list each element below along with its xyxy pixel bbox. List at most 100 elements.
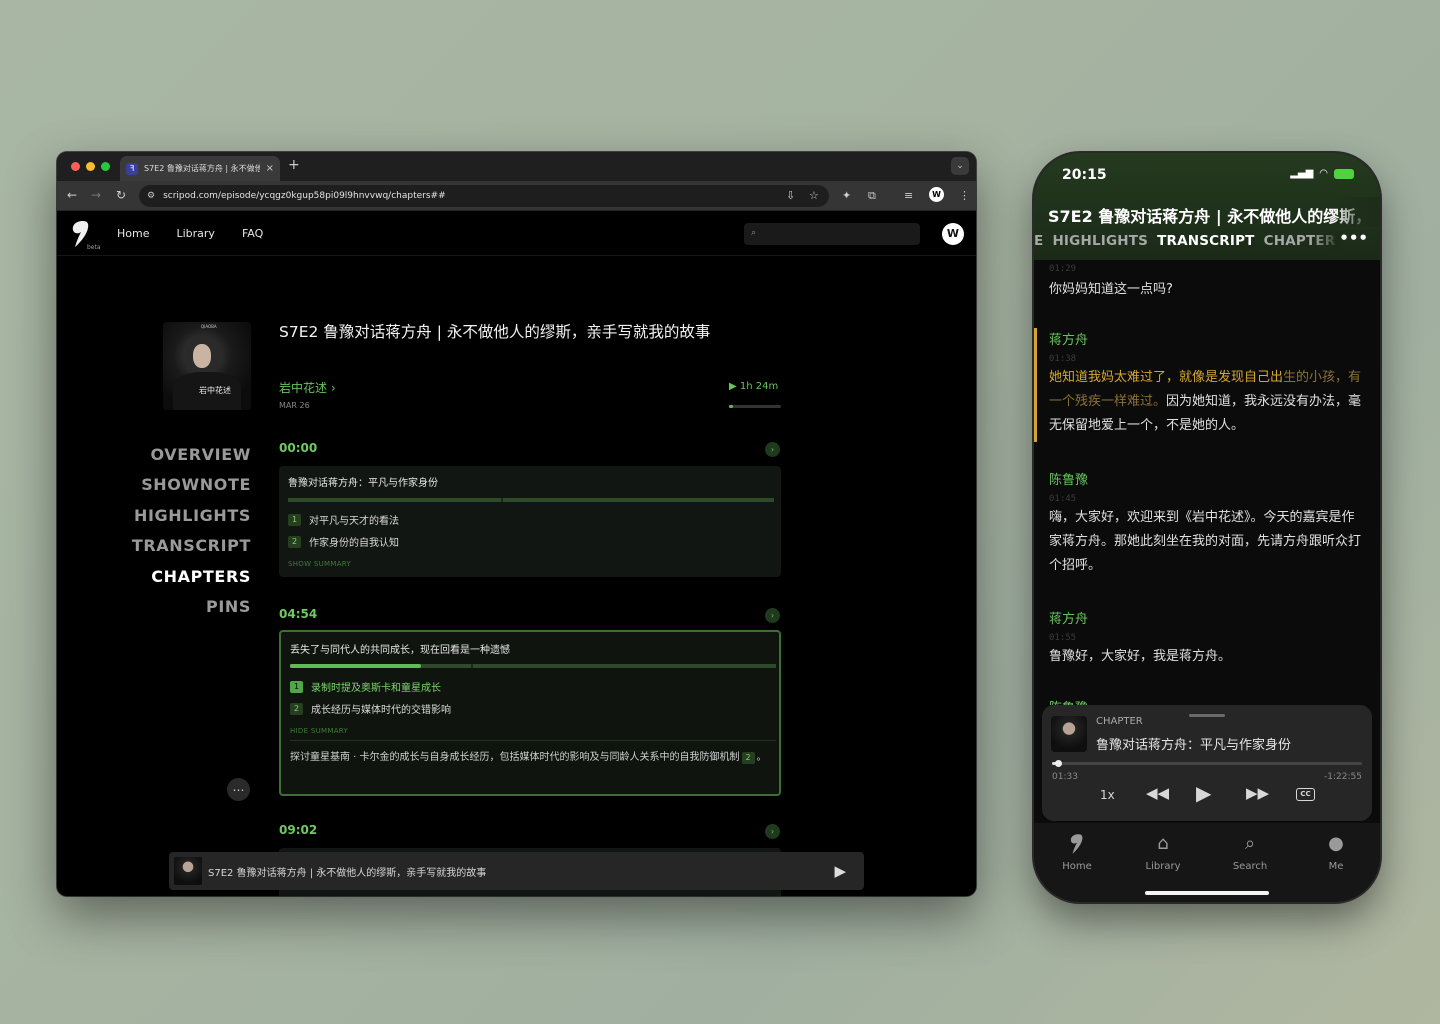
- rewind-icon[interactable]: ◀◀: [1146, 784, 1169, 802]
- nav-search-tab[interactable]: ⌕ Search: [1215, 833, 1285, 872]
- menu-overview[interactable]: OVERVIEW: [132, 440, 251, 470]
- transcript-entry-current[interactable]: 蒋方舟 01:38 她知道我妈太难过了，就像是发现自己出生的小孩，有一个残疾一样…: [1034, 328, 1380, 442]
- phone-section-tabs: E HIGHLIGHTS TRANSCRIPT CHAPTER: [1034, 233, 1335, 249]
- url-text: scripod.com/episode/ycqgz0kgup58pi09l9hn…: [163, 191, 446, 201]
- forward-arrow-icon[interactable]: →: [91, 188, 101, 202]
- chapter-card: 鲁豫对话蒋方舟：平凡与作家身份 1 对平凡与天才的看法 2 作家身份的自我认知 SH…: [279, 466, 781, 577]
- phone-player[interactable]: CHAPTER 鲁豫对话蒋方舟：平凡与作家身份 01:33 -1:22:55 1…: [1042, 705, 1372, 821]
- chapter-subitem[interactable]: 1 对平凡与天才的看法: [288, 512, 399, 527]
- nav-home-tab[interactable]: Home: [1042, 833, 1112, 872]
- chapter-progress-bar: [290, 664, 776, 668]
- back-arrow-icon[interactable]: ←: [67, 188, 77, 202]
- nav-me-tab[interactable]: ● Me: [1301, 833, 1371, 872]
- library-tray-icon: ⌂: [1157, 833, 1169, 854]
- summary-ref-badge[interactable]: 2: [741, 752, 755, 764]
- extension-puzzle-icon[interactable]: ✦: [842, 189, 851, 202]
- show-link[interactable]: 岩中花述 ›: [279, 379, 336, 396]
- menu-chapters[interactable]: CHAPTERS: [132, 562, 251, 592]
- chapter-time[interactable]: 09:02: [279, 823, 317, 837]
- fast-forward-icon[interactable]: ▶▶: [1246, 784, 1269, 802]
- chapter-jump-icon[interactable]: ›: [765, 608, 780, 623]
- reload-icon[interactable]: ↻: [116, 188, 126, 202]
- beta-label: beta: [87, 244, 101, 251]
- chapter-title: 鲁豫对话蒋方舟：平凡与作家身份: [288, 478, 438, 489]
- close-window-button[interactable]: [71, 162, 80, 171]
- tab-title: S7E2 鲁豫对话蒋方舟 | 永不做他人的缪斯，亲手写就我的故事: [144, 164, 260, 173]
- episode-date: MAR 26: [279, 401, 310, 410]
- transcript-time: 01:29: [1049, 264, 1077, 274]
- play-icon[interactable]: ▶: [834, 862, 846, 880]
- user-avatar[interactable]: W: [942, 223, 964, 245]
- extensions-icon[interactable]: ⧉: [868, 189, 876, 203]
- captions-button[interactable]: CC: [1296, 788, 1315, 801]
- chapter-subitem[interactable]: 2 成长经历与媒体时代的交错影响: [290, 701, 451, 716]
- transcript-entry[interactable]: 蒋方舟 01:55 鲁豫好，大家好，我是蒋方舟。: [1034, 606, 1380, 686]
- show-summary-toggle[interactable]: SHOW SUMMARY: [288, 560, 351, 568]
- chapter-time[interactable]: 00:00: [279, 441, 317, 455]
- tab-highlights[interactable]: HIGHLIGHTS: [1052, 233, 1148, 249]
- chapter-subitem[interactable]: 2 作家身份的自我认知: [288, 534, 399, 549]
- profile-avatar[interactable]: W: [929, 187, 944, 202]
- mini-player[interactable]: S7E2 鲁豫对话蒋方舟 | 永不做他人的缪斯，亲手写就我的故事 ▶: [169, 852, 864, 890]
- site-search-input[interactable]: ⌕: [744, 223, 920, 245]
- more-icon[interactable]: •••: [1339, 229, 1368, 247]
- playback-rate-button[interactable]: 1x: [1100, 788, 1115, 802]
- more-options-button[interactable]: …: [227, 778, 250, 801]
- tab-search-chevron-icon[interactable]: ⌄: [951, 157, 969, 175]
- episode-progress-bar: [729, 405, 781, 408]
- site-nav: Home Library FAQ: [117, 227, 263, 240]
- nav-faq[interactable]: FAQ: [242, 227, 263, 240]
- browser-menu-icon[interactable]: ⋮: [959, 189, 970, 202]
- speaker-name: 蒋方舟: [1049, 333, 1089, 348]
- transcript-entry[interactable]: 陈鲁豫 01:45 嗨，大家好，欢迎来到《岩中花述》。今天的嘉宾是作家蒋方舟。那…: [1034, 467, 1380, 587]
- chapter-time[interactable]: 04:54: [279, 607, 317, 621]
- nav-library[interactable]: Library: [176, 227, 214, 240]
- mini-player-cover: [174, 857, 202, 885]
- play-episode-button[interactable]: ▶ 1h 24m: [729, 381, 778, 392]
- menu-highlights[interactable]: HIGHLIGHTS: [132, 501, 251, 531]
- transcript-time: 01:55: [1049, 633, 1077, 643]
- chapter-card-active: 丢失了与同代人的共同成长，现在回看是一种遗憾 1 录制时提及奥斯卡和童星成长 2成…: [279, 630, 781, 796]
- install-app-icon[interactable]: ⇩: [786, 189, 795, 202]
- tab-close-icon[interactable]: ×: [266, 163, 274, 174]
- player-progress-bar[interactable]: [1052, 762, 1362, 765]
- hide-summary-toggle[interactable]: HIDE SUMMARY: [290, 727, 348, 735]
- nav-label: Library: [1145, 861, 1181, 872]
- cover-brand: QIAOBA: [201, 324, 217, 329]
- player-scrubber-knob[interactable]: [1055, 760, 1063, 767]
- search-icon: ⌕: [751, 228, 757, 238]
- signal-icon: ▂▄▆: [1290, 168, 1314, 179]
- section-menu: OVERVIEW SHOWNOTE HIGHLIGHTS TRANSCRIPT …: [132, 440, 251, 622]
- nav-library-tab[interactable]: ⌂ Library: [1128, 833, 1198, 872]
- chapter-jump-icon[interactable]: ›: [765, 824, 780, 839]
- menu-shownote[interactable]: SHOWNOTE: [132, 470, 251, 500]
- cover-show-name: 岩中花述: [199, 386, 231, 395]
- reading-list-icon[interactable]: ≡: [904, 189, 913, 202]
- chapter-jump-icon[interactable]: ›: [765, 442, 780, 457]
- nav-label: Me: [1328, 861, 1344, 872]
- address-bar[interactable]: ⚙ scripod.com/episode/ycqgz0kgup58pi09l9…: [139, 185, 829, 207]
- maximize-window-button[interactable]: [101, 162, 110, 171]
- site-settings-icon[interactable]: ⚙: [147, 191, 155, 201]
- wifi-icon: ◠: [1319, 168, 1328, 179]
- new-tab-button[interactable]: +: [288, 157, 300, 173]
- menu-transcript[interactable]: TRANSCRIPT: [132, 531, 251, 561]
- person-icon: ●: [1328, 833, 1344, 854]
- tab-overview-partial[interactable]: E: [1034, 233, 1043, 249]
- speaker-name: 陈鲁豫: [1049, 697, 1088, 705]
- elapsed-time: 01:33: [1052, 772, 1078, 782]
- episode-duration: 1h 24m: [739, 381, 779, 392]
- tab-transcript[interactable]: TRANSCRIPT: [1157, 233, 1255, 249]
- chapter-subitem-current[interactable]: 1 录制时提及奥斯卡和童星成长: [290, 679, 441, 694]
- drag-handle[interactable]: [1189, 714, 1225, 717]
- nav-home[interactable]: Home: [117, 227, 149, 240]
- menu-pins[interactable]: PINS: [132, 592, 251, 622]
- browser-tab-active[interactable]: ꟻ S7E2 鲁豫对话蒋方舟 | 永不做他人的缪斯，亲手写就我的故事 ×: [120, 156, 280, 181]
- remaining-time: -1:22:55: [1324, 772, 1362, 782]
- play-icon[interactable]: ▶: [1196, 781, 1211, 805]
- minimize-window-button[interactable]: [86, 162, 95, 171]
- battery-icon: [1334, 168, 1354, 179]
- transcript-entry[interactable]: 01:29 你妈妈知道这一点吗?: [1034, 260, 1380, 320]
- player-cover: [1051, 716, 1087, 752]
- bookmark-star-icon[interactable]: ☆: [809, 189, 819, 202]
